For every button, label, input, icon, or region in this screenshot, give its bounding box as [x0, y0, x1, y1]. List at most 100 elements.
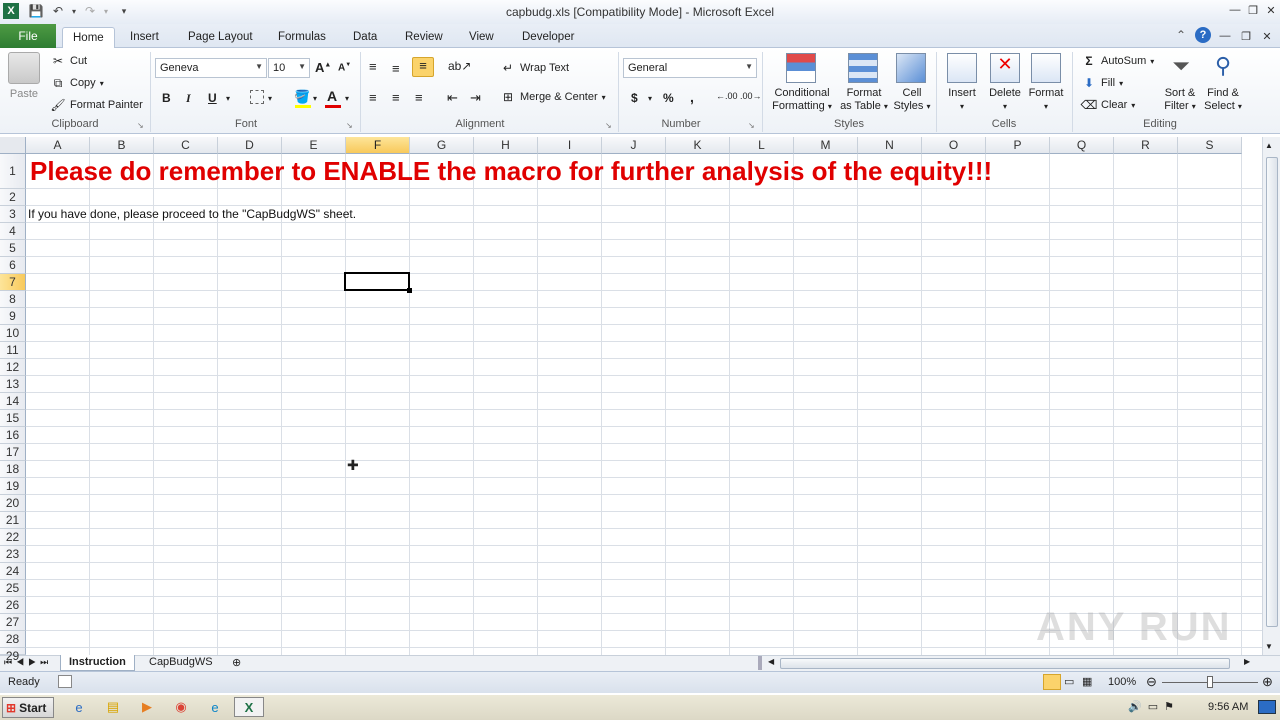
alignment-launcher-icon[interactable]: ↘	[605, 121, 612, 130]
normal-view-icon[interactable]	[1043, 674, 1061, 690]
vertical-scrollbar[interactable]: ▲ ▼	[1262, 137, 1280, 655]
conditional-formatting-button[interactable]: Conditional Formatting ▾	[766, 87, 838, 113]
new-sheet-icon[interactable]: ⊕	[232, 656, 241, 669]
page-break-view-icon[interactable]: ▦	[1082, 675, 1092, 688]
row-header-6[interactable]: 6	[0, 257, 26, 274]
row-header-17[interactable]: 17	[0, 444, 26, 461]
tray-icons[interactable]: 🔊▭⚑	[1128, 700, 1180, 713]
wrap-text-button[interactable]: ↵ Wrap Text	[500, 60, 569, 76]
row-header-7[interactable]: 7	[0, 274, 26, 291]
row-header-21[interactable]: 21	[0, 512, 26, 529]
column-header-a[interactable]: A	[26, 137, 90, 154]
page-layout-view-icon[interactable]: ▭	[1064, 675, 1074, 688]
scroll-down-icon[interactable]: ▼	[1265, 642, 1273, 651]
row-header-1[interactable]: 1	[0, 154, 26, 189]
cell-styles-icon[interactable]	[896, 53, 926, 83]
horizontal-scroll-thumb[interactable]	[780, 658, 1230, 669]
bold-button[interactable]: B	[162, 91, 171, 105]
sheet-tab-capbudgws[interactable]: CapBudgWS	[141, 655, 221, 671]
scroll-up-icon[interactable]: ▲	[1265, 141, 1273, 150]
format-cells-button[interactable]: Format ▾	[1024, 87, 1068, 113]
align-right-icon[interactable]: ≡	[415, 90, 423, 105]
format-painter-button[interactable]: 🖌 Format Painter	[50, 97, 142, 113]
column-header-i[interactable]: I	[538, 137, 602, 154]
format-as-table-icon[interactable]	[848, 53, 878, 83]
column-header-n[interactable]: N	[858, 137, 922, 154]
zoom-slider-thumb[interactable]	[1207, 676, 1213, 688]
cell-a3[interactable]: If you have done, please proceed to the …	[28, 207, 356, 221]
row-header-4[interactable]: 4	[0, 223, 26, 240]
align-middle-icon[interactable]: ≡	[392, 61, 400, 76]
column-header-b[interactable]: B	[90, 137, 154, 154]
comma-button[interactable]: ,	[690, 89, 694, 105]
row-header-3[interactable]: 3	[0, 206, 26, 223]
font-launcher-icon[interactable]: ↘	[346, 121, 353, 130]
increase-indent-icon[interactable]: ⇥	[470, 90, 481, 106]
tab-file[interactable]: File	[0, 24, 56, 48]
grow-font-icon[interactable]: A▲	[315, 60, 331, 75]
tab-data[interactable]: Data	[343, 27, 387, 48]
row-header-22[interactable]: 22	[0, 529, 26, 546]
row-header-14[interactable]: 14	[0, 393, 26, 410]
delete-cells-icon[interactable]: ✕	[990, 53, 1020, 83]
autosum-button[interactable]: Σ AutoSum ▾	[1081, 53, 1154, 69]
font-size-combo[interactable]: 10 ▼	[268, 58, 310, 78]
align-left-icon[interactable]: ≡	[369, 90, 377, 105]
cell-styles-button[interactable]: Cell Styles ▾	[890, 87, 934, 113]
insert-cells-icon[interactable]	[947, 53, 977, 83]
font-color-icon[interactable]: A	[327, 88, 337, 104]
percent-button[interactable]: %	[663, 91, 674, 105]
tab-review[interactable]: Review	[395, 27, 453, 48]
row-header-27[interactable]: 27	[0, 614, 26, 631]
help-icon[interactable]: ?	[1195, 27, 1211, 43]
column-header-g[interactable]: G	[410, 137, 474, 154]
row-header-18[interactable]: 18	[0, 461, 26, 478]
vertical-scroll-thumb[interactable]	[1266, 157, 1278, 627]
font-name-combo[interactable]: Geneva ▼	[155, 58, 267, 78]
explorer-icon[interactable]: ▤	[102, 697, 124, 717]
ie-icon[interactable]: e	[68, 697, 90, 717]
column-header-r[interactable]: R	[1114, 137, 1178, 154]
column-header-j[interactable]: J	[602, 137, 666, 154]
sheet-tab-instruction[interactable]: Instruction	[60, 655, 135, 671]
scroll-right-icon[interactable]: ▶	[1244, 657, 1250, 666]
tab-formulas[interactable]: Formulas	[268, 27, 336, 48]
row-header-15[interactable]: 15	[0, 410, 26, 427]
column-header-l[interactable]: L	[730, 137, 794, 154]
column-header-o[interactable]: O	[922, 137, 986, 154]
tab-developer[interactable]: Developer	[512, 27, 584, 48]
clipboard-launcher-icon[interactable]: ↘	[137, 121, 144, 130]
row-header-13[interactable]: 13	[0, 376, 26, 393]
zoom-out-icon[interactable]: ⊖	[1146, 674, 1157, 690]
row-header-23[interactable]: 23	[0, 546, 26, 563]
orientation-icon[interactable]: ab↗	[448, 59, 471, 73]
tab-page-layout[interactable]: Page Layout	[178, 27, 263, 48]
sort-filter-button[interactable]: Sort & Filter ▾	[1158, 87, 1202, 113]
insert-cells-button[interactable]: Insert ▾	[940, 87, 984, 113]
column-header-s[interactable]: S	[1178, 137, 1242, 154]
conditional-formatting-icon[interactable]	[786, 53, 816, 83]
row-header-5[interactable]: 5	[0, 240, 26, 257]
cell-a1[interactable]: Please do remember to ENABLE the macro f…	[30, 156, 992, 186]
zoom-in-icon[interactable]: ⊕	[1262, 674, 1273, 690]
column-header-q[interactable]: Q	[1050, 137, 1114, 154]
borders-dropdown-icon[interactable]: ▾	[268, 94, 272, 103]
media-player-icon[interactable]: ▶	[136, 697, 158, 717]
edge-icon[interactable]: e	[204, 697, 226, 717]
fill-handle[interactable]	[407, 288, 412, 293]
delete-cells-button[interactable]: Delete ▾	[983, 87, 1027, 113]
format-as-table-button[interactable]: Format as Table ▾	[836, 87, 892, 113]
row-header-24[interactable]: 24	[0, 563, 26, 580]
shrink-font-icon[interactable]: A▼	[338, 62, 351, 73]
fill-button[interactable]: ⬇ Fill ▾	[1081, 75, 1123, 91]
decrease-indent-icon[interactable]: ⇤	[447, 90, 458, 106]
italic-button[interactable]: I	[186, 91, 191, 106]
currency-dropdown-icon[interactable]: ▾	[648, 94, 652, 103]
underline-dropdown-icon[interactable]: ▾	[226, 94, 230, 103]
column-header-p[interactable]: P	[986, 137, 1050, 154]
doc-minimize-icon[interactable]: —	[1216, 28, 1234, 44]
font-color-dropdown-icon[interactable]: ▾	[345, 94, 349, 103]
row-header-12[interactable]: 12	[0, 359, 26, 376]
format-cells-icon[interactable]	[1031, 53, 1061, 83]
row-header-11[interactable]: 11	[0, 342, 26, 359]
